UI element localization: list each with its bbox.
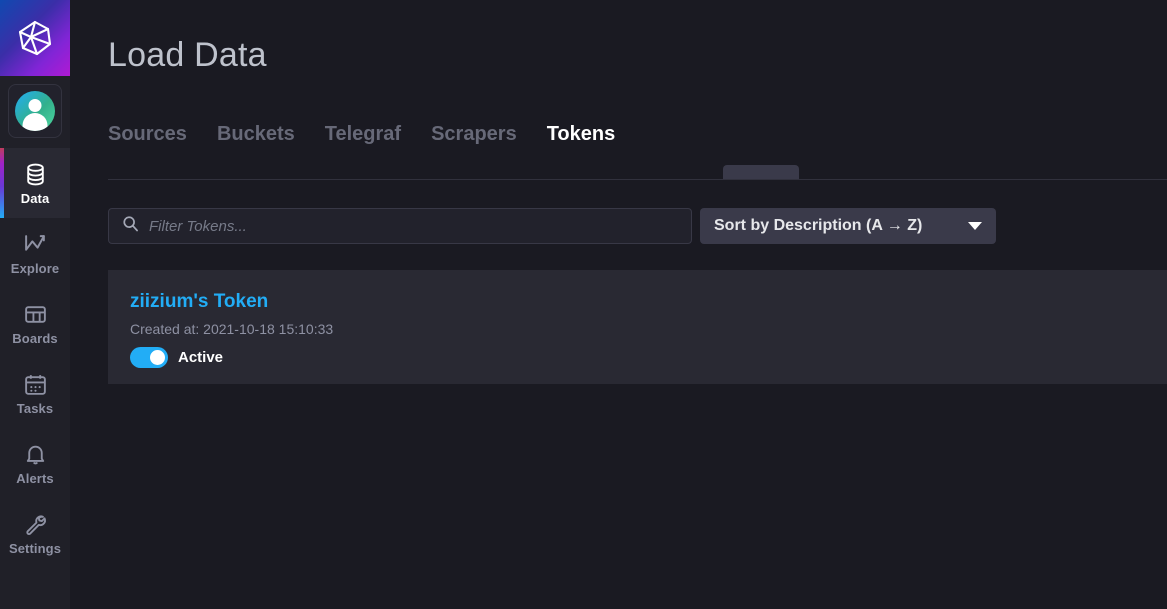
toggle-knob bbox=[150, 350, 165, 365]
sidebar: Data Explore Boards Tasks Alerts Setting… bbox=[0, 0, 70, 609]
chevron-down-icon bbox=[968, 222, 982, 230]
avatar[interactable] bbox=[8, 84, 62, 138]
tab-list: Sources Buckets Telegraf Scrapers Tokens bbox=[108, 124, 1167, 170]
sidebar-item-label: Alerts bbox=[16, 470, 54, 486]
tab-telegraf[interactable]: Telegraf bbox=[325, 124, 431, 144]
bell-icon bbox=[23, 442, 48, 467]
sidebar-item-settings[interactable]: Settings bbox=[0, 498, 70, 568]
influxdb-polyhedron-logo-icon bbox=[14, 17, 56, 59]
active-tab-indicator bbox=[723, 165, 799, 179]
app-root: Data Explore Boards Tasks Alerts Setting… bbox=[0, 0, 1167, 609]
sidebar-item-alerts[interactable]: Alerts bbox=[0, 428, 70, 498]
token-name-link[interactable]: ziizium's Token bbox=[130, 292, 268, 311]
sidebar-item-label: Settings bbox=[8, 540, 62, 556]
dashboard-grid-icon bbox=[23, 302, 48, 327]
sidebar-item-boards[interactable]: Boards bbox=[0, 288, 70, 358]
tab-bar: Sources Buckets Telegraf Scrapers Tokens bbox=[70, 124, 1167, 180]
influxdb-logo-button[interactable] bbox=[0, 0, 70, 76]
tab-divider bbox=[108, 179, 1167, 180]
token-list: ziizium's Token Created at: 2021-10-18 1… bbox=[70, 270, 1167, 384]
calendar-icon bbox=[23, 372, 48, 397]
wrench-icon bbox=[23, 512, 48, 537]
sort-dropdown-label: Sort by Description (A → Z) bbox=[714, 217, 923, 234]
avatar-body bbox=[22, 113, 48, 131]
search-icon bbox=[122, 215, 139, 237]
sidebar-item-data[interactable]: Data bbox=[0, 148, 70, 218]
token-created-at: Created at: 2021-10-18 15:10:33 bbox=[130, 321, 334, 337]
token-card: ziizium's Token Created at: 2021-10-18 1… bbox=[108, 270, 1167, 384]
sidebar-nav: Data Explore Boards Tasks Alerts Setting… bbox=[0, 148, 70, 568]
tab-buckets[interactable]: Buckets bbox=[217, 124, 325, 144]
sidebar-item-explore[interactable]: Explore bbox=[0, 218, 70, 288]
main-content: Load Data Sources Buckets Telegraf Scrap… bbox=[70, 0, 1167, 609]
sidebar-item-label: Tasks bbox=[16, 400, 54, 416]
avatar-head bbox=[28, 99, 42, 112]
database-icon bbox=[23, 162, 48, 187]
page-title: Load Data bbox=[108, 36, 267, 74]
sort-dropdown[interactable]: Sort by Description (A → Z) bbox=[700, 208, 996, 244]
token-active-toggle[interactable] bbox=[130, 347, 168, 368]
sidebar-item-label: Explore bbox=[10, 260, 60, 276]
user-avatar-icon bbox=[15, 91, 55, 131]
sidebar-item-label: Data bbox=[20, 190, 50, 206]
filter-toolbar: Sort by Description (A → Z) bbox=[70, 180, 1167, 244]
tab-scrapers[interactable]: Scrapers bbox=[431, 124, 547, 144]
search-box[interactable] bbox=[108, 208, 692, 244]
search-input[interactable] bbox=[109, 209, 691, 243]
token-status-row: Active bbox=[130, 347, 1167, 368]
tab-tokens[interactable]: Tokens bbox=[547, 124, 646, 144]
status-badge: Active bbox=[178, 349, 224, 366]
tab-sources[interactable]: Sources bbox=[108, 124, 217, 144]
sidebar-item-tasks[interactable]: Tasks bbox=[0, 358, 70, 428]
graph-line-icon bbox=[23, 232, 48, 257]
sidebar-item-label: Boards bbox=[12, 330, 58, 346]
